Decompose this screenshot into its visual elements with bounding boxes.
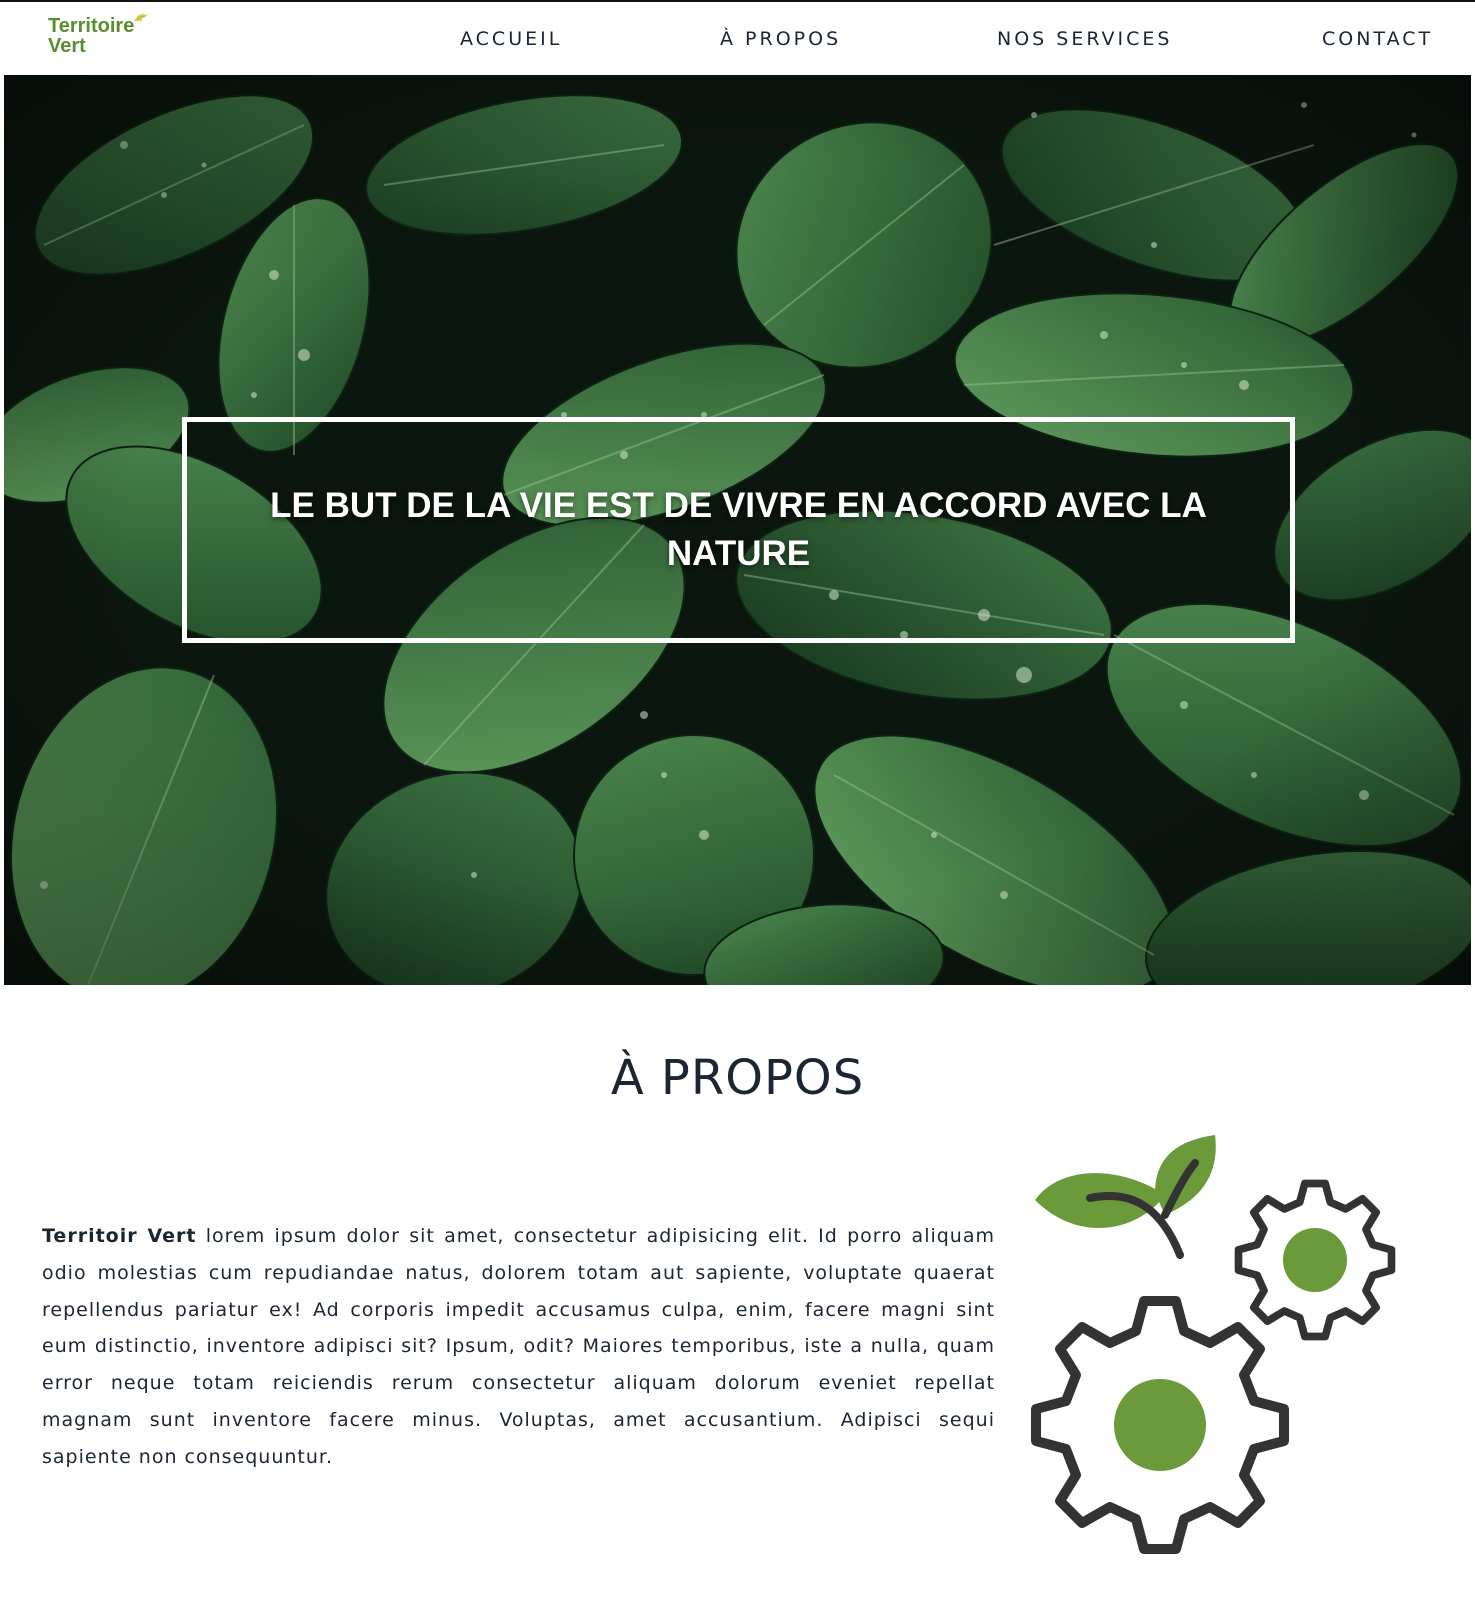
- gears-with-leaves-icon: [1031, 1135, 1396, 1554]
- hero-quote-frame: LE BUT DE LA VIE EST DE VIVRE EN ACCORD …: [182, 417, 1295, 643]
- about-brand-name: Territoir Vert: [42, 1225, 197, 1247]
- hero-section: LE BUT DE LA VIE EST DE VIVRE EN ACCORD …: [4, 75, 1471, 985]
- about-paragraph: Territoir Vert lorem ipsum dolor sit ame…: [42, 1218, 995, 1476]
- hero-quote: LE BUT DE LA VIE EST DE VIVRE EN ACCORD …: [270, 486, 1207, 573]
- about-body-text: lorem ipsum dolor sit amet, consectetur …: [42, 1225, 996, 1468]
- nav-link-contact[interactable]: CONTACT: [1322, 28, 1433, 50]
- nav-link-a-propos[interactable]: À PROPOS: [720, 28, 841, 50]
- main-nav: ACCUEIL À PROPOS NOS SERVICES CONTACT: [0, 2, 1475, 77]
- about-title: À PROPOS: [610, 1050, 865, 1106]
- nav-link-accueil[interactable]: ACCUEIL: [460, 28, 562, 50]
- nav-link-nos-services[interactable]: NOS SERVICES: [997, 28, 1172, 50]
- site-header: Territoire Vert ACCUEIL À PROPOS NOS SER…: [0, 0, 1475, 75]
